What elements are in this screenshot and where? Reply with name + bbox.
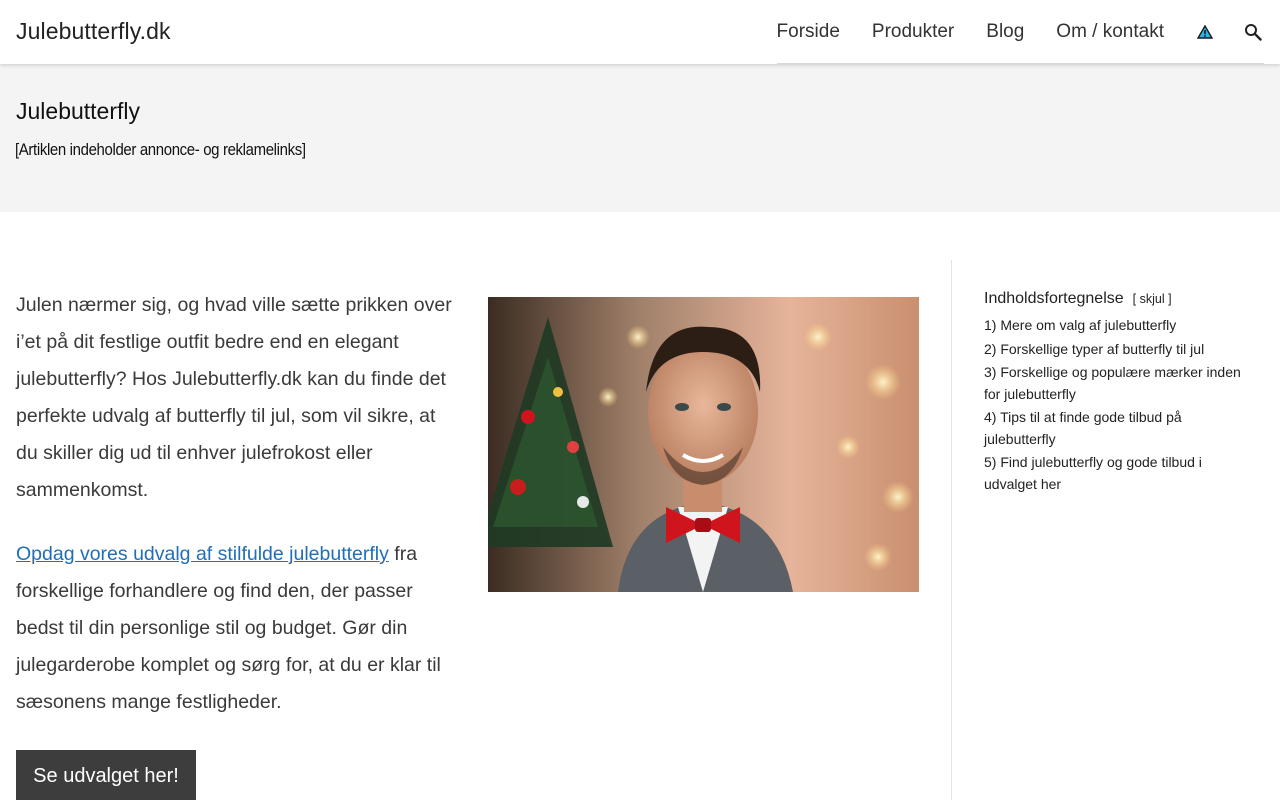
nav-underline xyxy=(776,63,1264,64)
main-nav: Forside Produkter Blog Om / kontakt xyxy=(776,0,1264,64)
table-of-contents: Indholdsfortegnelse [ skjul ] 1) Mere om… xyxy=(984,290,1254,497)
toc-item[interactable]: 5) Find julebutterfly og gode tilbud i u… xyxy=(984,452,1254,495)
toc-header: Indholdsfortegnelse [ skjul ] xyxy=(984,290,1254,308)
site-title-link[interactable]: Julebutterfly.dk xyxy=(16,18,171,45)
toc-hide-toggle[interactable]: [ skjul ] xyxy=(1133,292,1172,306)
sidebar-divider xyxy=(951,260,952,800)
warning-icon[interactable] xyxy=(1194,21,1216,43)
toc-item[interactable]: 1) Mere om valg af julebutterfly xyxy=(984,315,1254,337)
page-header: Julebutterfly [Artiklen indeholder annon… xyxy=(0,64,1280,212)
article-second-paragraph: Opdag vores udvalg af stilfulde julebutt… xyxy=(16,536,456,721)
see-selection-button[interactable]: Se udvalget her! xyxy=(16,750,196,800)
ad-notice: [Artiklen indeholder annonce- og reklame… xyxy=(15,140,306,159)
toc-list: 1) Mere om valg af julebutterfly 2) Fors… xyxy=(984,315,1254,495)
toc-item[interactable]: 4) Tips til at finde gode tilbud på jule… xyxy=(984,407,1254,450)
top-navigation-bar: Julebutterfly.dk Forside Produkter Blog … xyxy=(0,0,1280,64)
nav-item-blog[interactable]: Blog xyxy=(986,21,1024,43)
toc-item[interactable]: 2) Forskellige typer af butterfly til ju… xyxy=(984,339,1254,361)
page-title: Julebutterfly xyxy=(16,98,141,124)
article-body: Julen nærmer sig, og hvad ville sætte pr… xyxy=(16,287,456,748)
toc-title: Indholdsfortegnelse xyxy=(984,290,1124,307)
man-with-red-bowtie-image xyxy=(488,297,919,592)
nav-item-forside[interactable]: Forside xyxy=(777,21,840,43)
article-second-text: fra forskellige forhandlere og find den,… xyxy=(16,543,441,713)
toc-item[interactable]: 3) Forskellige og populære mærker inden … xyxy=(984,362,1254,405)
article-intro-paragraph: Julen nærmer sig, og hvad ville sætte pr… xyxy=(16,294,452,501)
nav-item-produkter[interactable]: Produkter xyxy=(872,21,954,43)
search-icon[interactable] xyxy=(1242,21,1264,43)
nav-item-om-kontakt[interactable]: Om / kontakt xyxy=(1056,21,1164,43)
product-selection-link[interactable]: Opdag vores udvalg af stilfulde julebutt… xyxy=(16,543,389,565)
